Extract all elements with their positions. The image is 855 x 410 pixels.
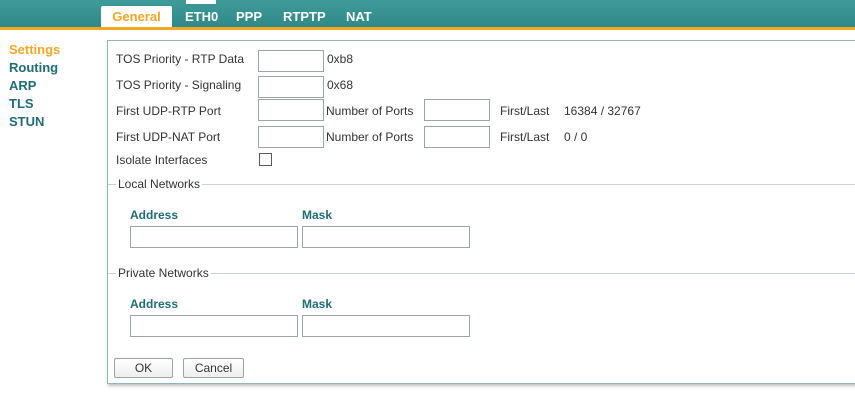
udp-rtp-firstlast-label: First/Last: [500, 104, 550, 118]
tab-ppp[interactable]: PPP: [236, 8, 262, 28]
private-networks-mask-input[interactable]: [302, 315, 470, 337]
tos-signaling-label: TOS Priority - Signaling: [116, 78, 242, 92]
udp-rtp-ports-label: Number of Ports: [326, 104, 414, 118]
udp-rtp-ports-input[interactable]: [424, 99, 490, 121]
tab-bar-notch: [186, 0, 216, 4]
sidebar-item-settings[interactable]: Settings: [9, 41, 89, 59]
local-networks-rule: [108, 184, 855, 185]
ok-button[interactable]: OK: [114, 358, 173, 378]
sidebar-item-arp[interactable]: ARP: [9, 77, 89, 95]
isolate-interfaces-label: Isolate Interfaces: [116, 153, 208, 167]
udp-nat-port-label: First UDP-NAT Port: [116, 130, 221, 144]
sidebar-item-routing[interactable]: Routing: [9, 59, 89, 77]
udp-rtp-firstlast-value: 16384 / 32767: [564, 104, 641, 118]
private-networks-mask-header: Mask: [302, 297, 333, 311]
tos-rtp-label: TOS Priority - RTP Data: [116, 52, 245, 66]
udp-nat-ports-label: Number of Ports: [326, 130, 414, 144]
udp-nat-firstlast-label: First/Last: [500, 130, 550, 144]
settings-panel: TOS Priority - RTP Data 0xb8 TOS Priorit…: [107, 40, 855, 384]
udp-nat-port-input[interactable]: [258, 126, 324, 148]
sidebar: Settings Routing ARP TLS STUN: [9, 41, 89, 131]
udp-rtp-port-label: First UDP-RTP Port: [116, 104, 221, 118]
private-networks-address-header: Address: [130, 297, 179, 311]
local-networks-address-input[interactable]: [130, 226, 298, 248]
tos-rtp-hint: 0xb8: [327, 52, 354, 66]
private-networks-rule: [108, 273, 855, 274]
tab-rtptp[interactable]: RTPTP: [283, 8, 326, 28]
private-networks-address-input[interactable]: [130, 315, 298, 337]
local-networks-legend: Local Networks: [116, 177, 203, 191]
local-networks-address-header: Address: [130, 208, 179, 222]
udp-nat-ports-input[interactable]: [424, 126, 490, 148]
cancel-button[interactable]: Cancel: [183, 358, 244, 378]
tos-signaling-input[interactable]: [258, 76, 324, 98]
private-networks-legend: Private Networks: [116, 266, 211, 280]
local-networks-mask-input[interactable]: [302, 226, 470, 248]
tab-nat[interactable]: NAT: [346, 8, 372, 28]
tos-signaling-hint: 0x68: [327, 78, 354, 92]
tab-eth0[interactable]: ETH0: [185, 8, 218, 28]
local-networks-mask-header: Mask: [302, 208, 333, 222]
tab-general[interactable]: General: [101, 6, 172, 28]
top-tab-bar: General ETH0 PPP RTPTP NAT: [0, 0, 855, 30]
udp-nat-firstlast-value: 0 / 0: [564, 130, 588, 144]
sidebar-item-stun[interactable]: STUN: [9, 113, 89, 131]
isolate-interfaces-checkbox[interactable]: [259, 153, 272, 166]
tab-bar-underline: [0, 27, 855, 30]
udp-rtp-port-input[interactable]: [258, 99, 324, 121]
sidebar-item-tls[interactable]: TLS: [9, 95, 89, 113]
tos-rtp-input[interactable]: [258, 50, 324, 72]
